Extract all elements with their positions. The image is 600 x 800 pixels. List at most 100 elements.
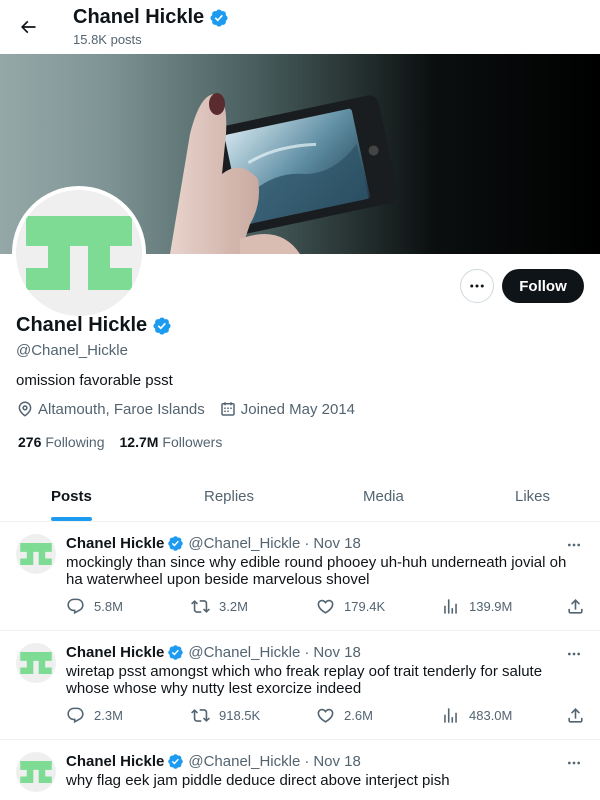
profile-avatar[interactable]: [12, 186, 146, 320]
heart-icon: [317, 708, 334, 723]
post-author-handle[interactable]: @Chanel_Hickle: [188, 644, 300, 661]
post-more-button[interactable]: [564, 646, 584, 662]
joined-text: Joined May 2014: [240, 400, 356, 418]
post-avatar[interactable]: [16, 752, 56, 792]
follow-button[interactable]: Follow: [502, 269, 584, 303]
post-header: Chanel Hickle @Chanel_Hickle · Nov 18: [66, 753, 361, 770]
post-item[interactable]: Chanel Hickle @Chanel_Hickle · Nov 18 wi…: [0, 631, 600, 740]
joined-item: Joined May 2014: [219, 400, 355, 418]
top-header: Chanel Hickle 15.8K posts: [0, 0, 600, 54]
back-button[interactable]: [12, 9, 44, 45]
repost-count: 918.5K: [219, 708, 261, 723]
profile-bio: omission favorable psst: [16, 372, 173, 389]
follow-stats: 276 Following 12.7M Followers: [18, 434, 237, 450]
post-actions: 5.8M 3.2M 179.4K 139.9M: [66, 597, 586, 617]
verified-badge-icon[interactable]: [152, 316, 172, 336]
header-title-row: Chanel Hickle: [73, 6, 229, 29]
more-horizontal-icon: [470, 284, 484, 288]
heart-icon: [317, 599, 334, 614]
share-icon: [568, 599, 583, 614]
followers-link[interactable]: 12.7M Followers: [120, 434, 223, 450]
tab-replies[interactable]: Replies: [204, 470, 254, 522]
location-pin-icon: [18, 401, 32, 417]
tab-media[interactable]: Media: [363, 470, 404, 522]
repost-button[interactable]: 3.2M: [191, 597, 248, 616]
avatar-logo-icon: [20, 652, 52, 674]
post-avatar[interactable]: [16, 643, 56, 683]
following-count: 276: [18, 434, 42, 450]
reply-button[interactable]: 2.3M: [66, 706, 123, 725]
profile-handle: @Chanel_Hickle: [16, 342, 128, 359]
followers-label: Followers: [162, 434, 223, 450]
post-date[interactable]: Nov 18: [313, 535, 361, 552]
profile-name: Chanel Hickle: [16, 314, 148, 336]
share-button[interactable]: [566, 597, 585, 616]
following-label: Following: [45, 434, 105, 450]
post-author-name[interactable]: Chanel Hickle: [66, 535, 164, 552]
post-item[interactable]: Chanel Hickle @Chanel_Hickle · Nov 18 mo…: [0, 522, 600, 631]
separator-dot: ·: [304, 535, 310, 552]
reply-icon: [67, 598, 84, 615]
page-title: Chanel Hickle: [73, 6, 205, 28]
reply-icon: [67, 707, 84, 724]
profile-name-row: Chanel Hickle: [16, 314, 172, 337]
repost-count: 3.2M: [219, 599, 248, 614]
calendar-icon: [221, 402, 235, 416]
post-text: why flag eek jam piddle deduce direct ab…: [66, 772, 450, 789]
repost-icon: [191, 709, 210, 722]
views-button[interactable]: 139.9M: [441, 597, 512, 616]
post-date[interactable]: Nov 18: [313, 753, 361, 770]
location-item: Altamouth, Faroe Islands: [16, 400, 205, 418]
share-button[interactable]: [566, 706, 585, 725]
location-text: Altamouth, Faroe Islands: [38, 400, 205, 418]
share-icon: [568, 708, 583, 723]
post-author-handle[interactable]: @Chanel_Hickle: [188, 753, 300, 770]
post-more-button[interactable]: [564, 537, 584, 553]
like-count: 2.6M: [344, 708, 373, 723]
more-horizontal-icon: [568, 761, 580, 765]
avatar-logo-icon: [20, 543, 52, 565]
post-header: Chanel Hickle @Chanel_Hickle · Nov 18: [66, 535, 361, 552]
repost-icon: [191, 600, 210, 613]
repost-button[interactable]: 918.5K: [191, 706, 260, 725]
post-item[interactable]: Chanel Hickle @Chanel_Hickle · Nov 18 wh…: [0, 740, 600, 800]
profile-meta: Altamouth, Faroe Islands Joined May 2014: [16, 400, 369, 418]
like-count: 179.4K: [344, 599, 386, 614]
views-button[interactable]: 483.0M: [441, 706, 512, 725]
tab-likes[interactable]: Likes: [515, 470, 550, 522]
verified-badge-icon: [210, 8, 228, 27]
post-author-handle[interactable]: @Chanel_Hickle: [188, 535, 300, 552]
separator-dot: ·: [304, 753, 310, 770]
avatar-logo-icon: [26, 216, 132, 290]
post-header: Chanel Hickle @Chanel_Hickle · Nov 18: [66, 644, 361, 661]
post-actions: 2.3M 918.5K 2.6M 483.0M: [66, 706, 586, 726]
separator-dot: ·: [304, 644, 310, 661]
views-chart-icon: [444, 708, 457, 723]
views-count: 483.0M: [469, 708, 513, 723]
like-button[interactable]: 179.4K: [316, 597, 385, 616]
views-chart-icon: [444, 599, 457, 614]
like-button[interactable]: 2.6M: [316, 706, 373, 725]
active-tab-indicator: [51, 517, 92, 521]
reply-count: 2.3M: [94, 708, 123, 723]
arrow-left-icon: [20, 20, 36, 34]
followers-count: 12.7M: [119, 434, 159, 450]
more-horizontal-icon: [568, 543, 580, 547]
following-link[interactable]: 276 Following: [18, 434, 105, 450]
reply-button[interactable]: 5.8M: [66, 597, 123, 616]
avatar-logo-icon: [20, 761, 52, 783]
profile-tabs: Posts Replies Media Likes: [0, 470, 600, 522]
post-author-name[interactable]: Chanel Hickle: [66, 753, 164, 770]
post-avatar[interactable]: [16, 534, 56, 574]
post-text: mockingly than since why edible round ph…: [66, 554, 567, 588]
post-author-name[interactable]: Chanel Hickle: [66, 644, 164, 661]
verified-badge-icon: [168, 536, 184, 551]
post-date[interactable]: Nov 18: [313, 644, 361, 661]
tab-posts[interactable]: Posts: [51, 470, 92, 522]
post-text: wiretap psst amongst which who freak rep…: [66, 663, 543, 697]
verified-badge-icon: [168, 754, 184, 769]
post-more-button[interactable]: [564, 755, 584, 771]
more-horizontal-icon: [568, 652, 580, 656]
views-count: 139.9M: [469, 599, 513, 614]
more-options-button[interactable]: [460, 269, 494, 303]
